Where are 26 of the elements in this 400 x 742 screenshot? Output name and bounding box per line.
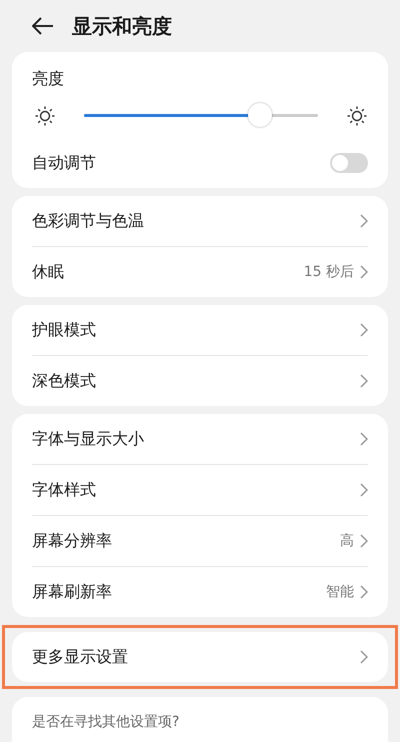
bright-sun-icon xyxy=(346,105,368,127)
settings-row[interactable]: 屏幕分辨率 高 xyxy=(32,516,368,567)
chevron-icon xyxy=(360,650,368,664)
toggle-switch[interactable] xyxy=(330,153,368,173)
settings-row[interactable]: 深色模式 xyxy=(32,356,368,406)
page-title: 显示和亮度 xyxy=(72,12,172,40)
brightness-label: 亮度 xyxy=(32,68,65,90)
dim-sun-icon xyxy=(34,105,56,127)
chevron-icon xyxy=(360,585,368,599)
chevron-icon xyxy=(360,374,368,388)
settings-row[interactable]: 字体样式 xyxy=(32,465,368,516)
settings-row[interactable]: 屏幕刷新率 智能 xyxy=(32,567,368,617)
chevron-icon xyxy=(360,265,368,279)
suggestion-text: 是否在寻找其他设置项? xyxy=(32,714,180,730)
settings-row[interactable]: 更多显示设置 xyxy=(32,632,368,682)
chevron-icon xyxy=(360,323,368,337)
settings-row[interactable]: 护眼模式 xyxy=(32,305,368,356)
chevron-icon xyxy=(360,432,368,446)
back-icon[interactable] xyxy=(32,17,54,35)
setting-label: 自动调节 xyxy=(32,152,97,174)
settings-row[interactable]: 色彩调节与色温 xyxy=(32,196,368,247)
chevron-icon xyxy=(360,214,368,228)
settings-row[interactable]: 字体与显示大小 xyxy=(32,414,368,465)
chevron-icon xyxy=(360,534,368,548)
chevron-icon xyxy=(360,483,368,497)
settings-row[interactable]: 休眠 15 秒后 xyxy=(32,247,368,297)
